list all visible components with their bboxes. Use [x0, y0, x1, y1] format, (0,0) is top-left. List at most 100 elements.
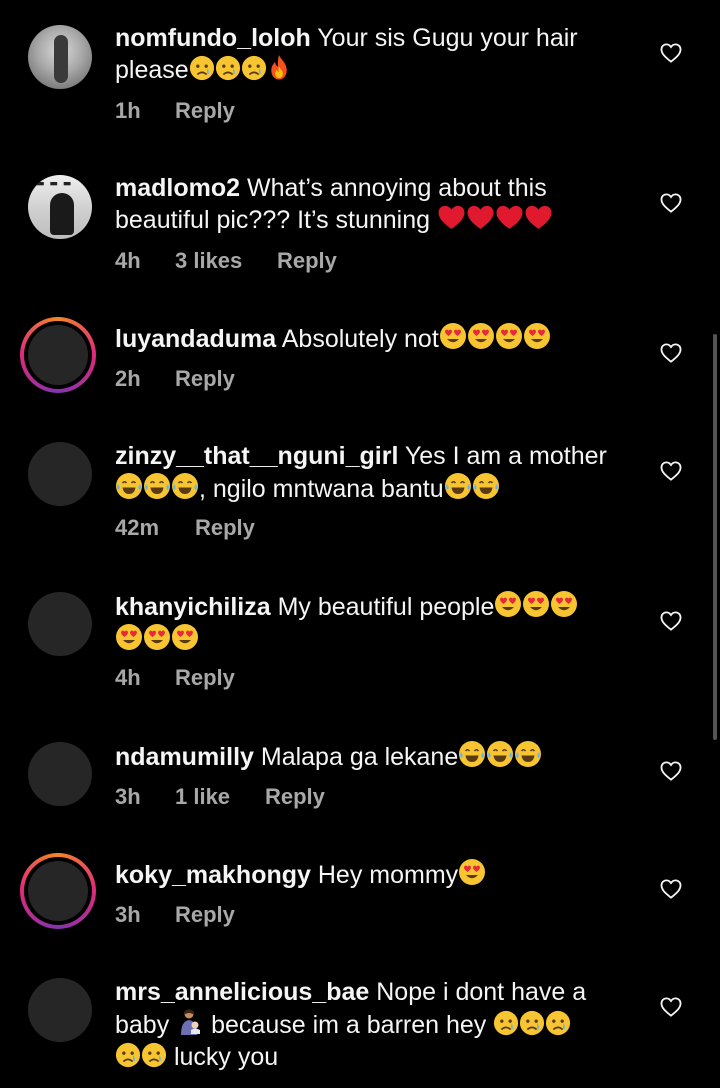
likes-count[interactable]: 1 like [175, 784, 265, 810]
reply-button[interactable]: Reply [265, 784, 325, 810]
comment-meta: 2h Reply [115, 366, 235, 392]
comment-meta: 4h Reply [115, 665, 235, 691]
crying-face-icon [115, 1042, 141, 1068]
crying-face-icon [545, 1010, 571, 1036]
comment-meta: 4h 3 likes Reply [115, 248, 337, 274]
red-heart-icon [466, 204, 495, 231]
comment-text-continued: , ngilo mntwana bantu [199, 475, 444, 503]
comment-body: koky_makhongy Hey mommy [115, 858, 635, 891]
avatar[interactable] [28, 978, 92, 1042]
likes-count[interactable]: 3 likes [175, 248, 277, 274]
reply-button[interactable]: Reply [195, 515, 255, 541]
comment-body: ndamumilly Malapa ga lekane [115, 740, 635, 773]
comment-username[interactable]: madlomo2 [115, 174, 240, 202]
comment-username[interactable]: mrs_annelicious_bae [115, 978, 369, 1006]
comment-username[interactable]: luyandaduma [115, 325, 276, 353]
heart-eyes-icon [143, 623, 171, 651]
heart-eyes-icon [115, 623, 143, 651]
crying-face-icon [241, 55, 267, 81]
heart-eyes-icon [523, 322, 551, 350]
comment-text: Absolutely not [281, 325, 439, 353]
avatar[interactable] [28, 742, 92, 806]
like-heart-icon[interactable] [660, 461, 682, 481]
avatar[interactable]: ▬ ▬ ▬ [28, 175, 92, 239]
like-heart-icon[interactable] [660, 611, 682, 631]
heart-eyes-icon [494, 590, 522, 618]
comment-meta: 3h 1 like Reply [115, 784, 325, 810]
comment-username[interactable]: khanyichiliza [115, 593, 271, 621]
comment-time: 3h [115, 902, 141, 927]
tears-of-joy-icon [472, 472, 500, 500]
tears-of-joy-icon [143, 472, 171, 500]
comment-username[interactable]: koky_makhongy [115, 861, 311, 889]
tears-of-joy-icon [115, 472, 143, 500]
scrollbar[interactable] [713, 334, 717, 740]
avatar-story-ring[interactable] [20, 317, 96, 393]
crying-face-icon [493, 1010, 519, 1036]
comment-text: Malapa ga lekane [260, 743, 459, 771]
like-heart-icon[interactable] [660, 343, 682, 363]
reply-button[interactable]: Reply [277, 248, 337, 274]
crying-face-icon [189, 55, 215, 81]
heart-eyes-icon [522, 590, 550, 618]
reply-button[interactable]: Reply [175, 665, 235, 691]
avatar-figure [50, 193, 74, 235]
comment-meta: 1h Reply [115, 98, 235, 124]
comment-text: My beautiful people [277, 593, 495, 621]
avatar [28, 861, 88, 921]
comment-username[interactable]: ndamumilly [115, 743, 254, 771]
avatar-figure [54, 35, 68, 83]
like-heart-icon[interactable] [660, 997, 682, 1017]
comment-time: 4h [115, 248, 141, 273]
reply-button[interactable]: Reply [175, 366, 235, 392]
heart-eyes-icon [495, 322, 523, 350]
tears-of-joy-icon [444, 472, 472, 500]
fire-icon [267, 54, 291, 81]
comment-body: khanyichiliza My beautiful people [115, 590, 635, 656]
like-heart-icon[interactable] [660, 761, 682, 781]
comment-meta: 42m Reply [115, 515, 255, 541]
crying-face-icon [519, 1010, 545, 1036]
comment-time: 1h [115, 98, 141, 123]
avatar [28, 325, 88, 385]
tears-of-joy-icon [171, 472, 199, 500]
comment-time: 2h [115, 366, 141, 391]
heart-eyes-icon [550, 590, 578, 618]
like-heart-icon[interactable] [660, 879, 682, 899]
heart-eyes-icon [439, 322, 467, 350]
comment-body: mrs_annelicious_bae Nope i dont have a b… [115, 976, 635, 1073]
avatar-story-ring[interactable] [20, 853, 96, 929]
heart-eyes-icon [467, 322, 495, 350]
red-heart-icon [495, 204, 524, 231]
comment-time: 42m [115, 515, 160, 540]
comment-body: madlomo2 What’s annoying about this beau… [115, 172, 635, 236]
heart-eyes-icon [458, 858, 486, 886]
crying-face-icon [141, 1042, 167, 1068]
avatar[interactable] [28, 25, 92, 89]
comment-username[interactable]: zinzy__that__nguni_girl [115, 442, 398, 470]
comment-text: Hey mommy [317, 861, 459, 889]
red-heart-icon [437, 204, 466, 231]
comment-body: nomfundo_loloh Your sis Gugu your hair p… [115, 22, 635, 86]
comment-meta: 3h Reply [115, 902, 235, 928]
avatar[interactable] [28, 592, 92, 656]
comment-body: luyandaduma Absolutely not [115, 322, 635, 355]
avatar[interactable] [28, 442, 92, 506]
reply-button[interactable]: Reply [175, 902, 235, 928]
crying-face-icon [215, 55, 241, 81]
comment-body: zinzy__that__nguni_girl Yes I am a mothe… [115, 440, 635, 505]
avatar-magazine-masthead: ▬ ▬ ▬ [36, 179, 73, 189]
comment-text-continued: because im a barren hey [211, 1011, 487, 1039]
tears-of-joy-icon [514, 740, 542, 768]
tears-of-joy-icon [458, 740, 486, 768]
heart-eyes-icon [171, 623, 199, 651]
person-feeding-baby-icon [176, 1008, 204, 1036]
comment-time: 4h [115, 665, 141, 690]
red-heart-icon [524, 204, 553, 231]
reply-button[interactable]: Reply [175, 98, 235, 124]
comment-username[interactable]: nomfundo_loloh [115, 24, 311, 52]
comment-time: 3h [115, 784, 141, 809]
like-heart-icon[interactable] [660, 193, 682, 213]
tears-of-joy-icon [486, 740, 514, 768]
like-heart-icon[interactable] [660, 43, 682, 63]
